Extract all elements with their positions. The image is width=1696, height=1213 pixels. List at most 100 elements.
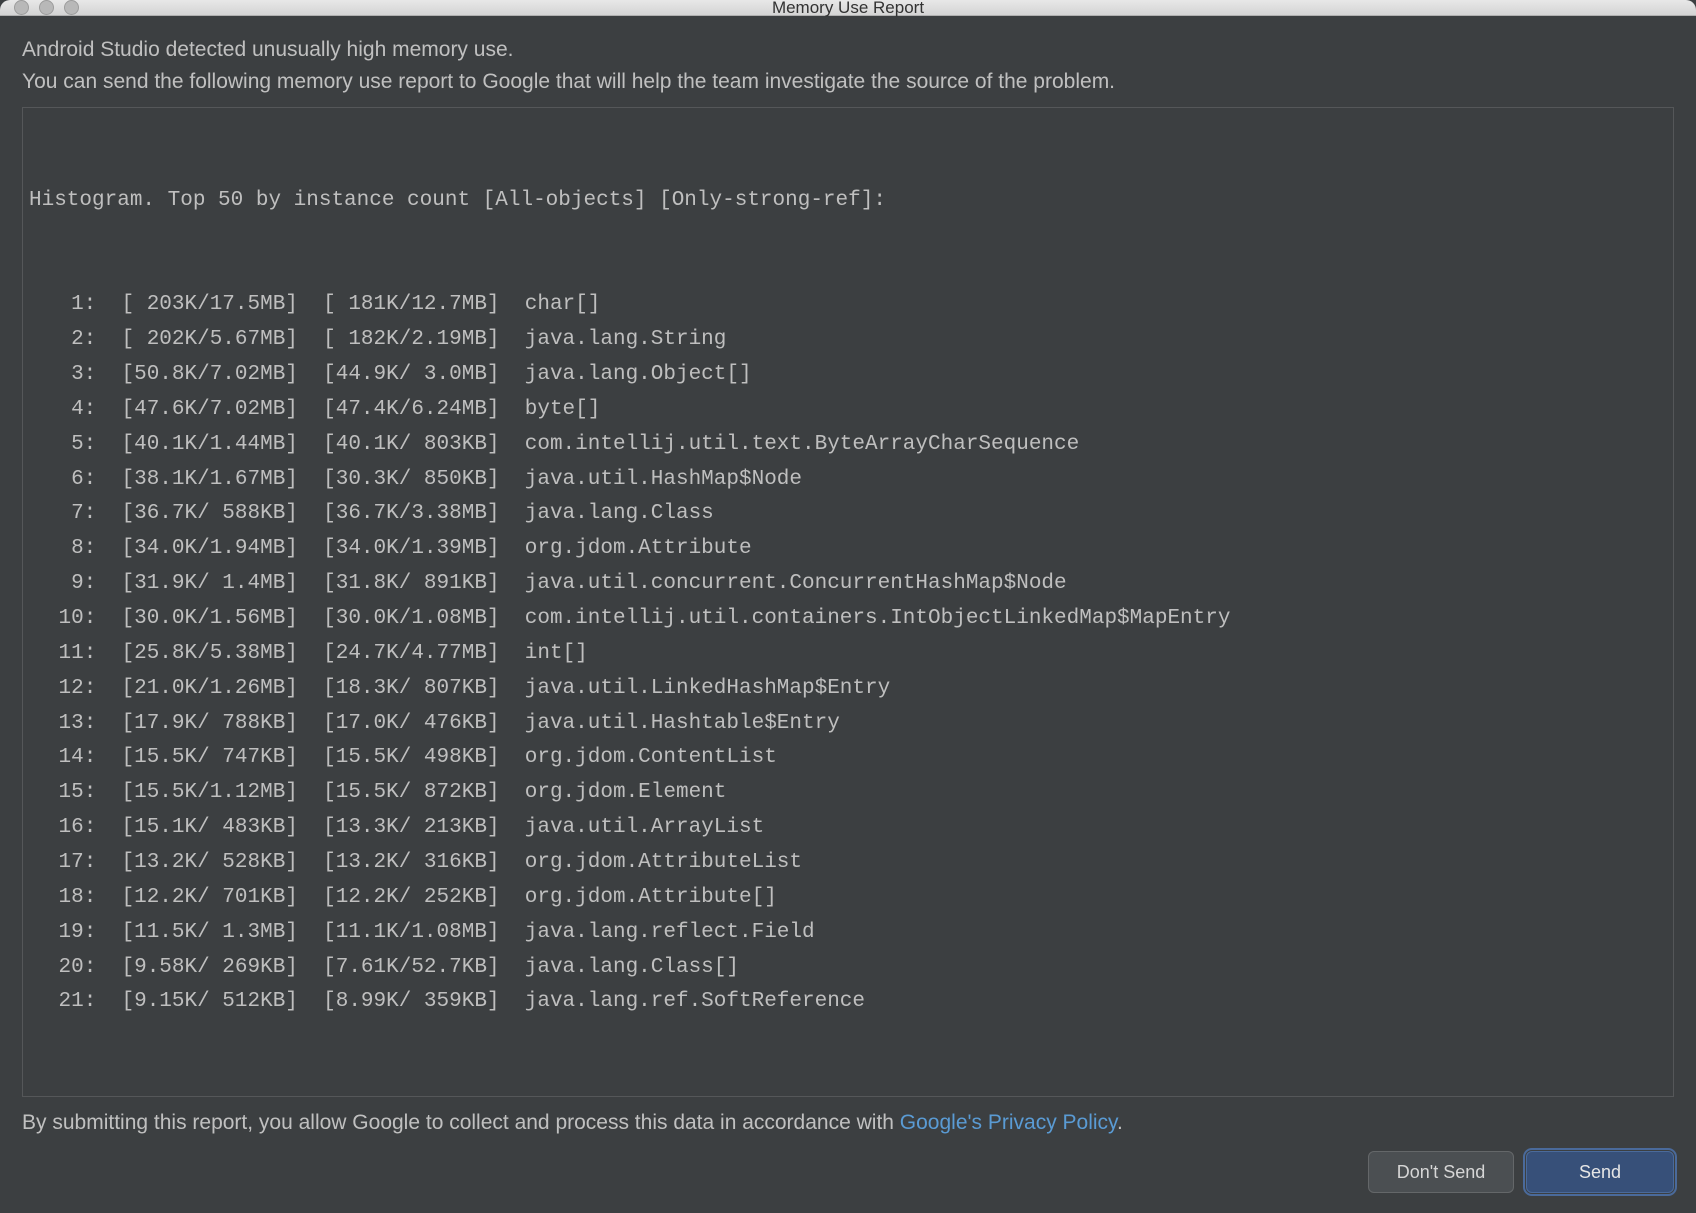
report-row: 17:[13.2K/ 528KB][13.2K/ 316KB]org.jdom.…	[27, 846, 1669, 881]
report-row: 9:[31.9K/ 1.4MB][31.8K/ 891KB]java.util.…	[27, 567, 1669, 602]
intro-line-2: You can send the following memory use re…	[22, 66, 1674, 98]
row-class-name: java.util.HashMap$Node	[500, 463, 802, 498]
report-row: 1:[ 203K/17.5MB][ 181K/12.7MB]char[]	[27, 288, 1669, 323]
dialog-buttons: Don't Send Send	[22, 1145, 1674, 1199]
row-index: 6:	[27, 463, 96, 498]
row-strong-ref: [12.2K/ 252KB]	[298, 881, 500, 916]
report-row: 6:[38.1K/1.67MB][30.3K/ 850KB]java.util.…	[27, 463, 1669, 498]
row-class-name: com.intellij.util.text.ByteArrayCharSequ…	[500, 428, 1080, 463]
row-class-name: byte[]	[500, 393, 601, 428]
row-strong-ref: [36.7K/3.38MB]	[298, 497, 500, 532]
row-strong-ref: [13.2K/ 316KB]	[298, 846, 500, 881]
row-strong-ref: [40.1K/ 803KB]	[298, 428, 500, 463]
report-row: 15:[15.5K/1.12MB][15.5K/ 872KB]org.jdom.…	[27, 776, 1669, 811]
row-index: 14:	[27, 741, 96, 776]
row-strong-ref: [15.5K/ 498KB]	[298, 741, 500, 776]
row-all-objects: [15.5K/1.12MB]	[96, 776, 298, 811]
row-class-name: org.jdom.Attribute	[500, 532, 752, 567]
window-title: Memory Use Report	[772, 0, 924, 18]
row-class-name: org.jdom.Element	[500, 776, 727, 811]
row-class-name: java.util.ArrayList	[500, 811, 765, 846]
row-strong-ref: [34.0K/1.39MB]	[298, 532, 500, 567]
row-index: 16:	[27, 811, 96, 846]
report-row: 8:[34.0K/1.94MB][34.0K/1.39MB]org.jdom.A…	[27, 532, 1669, 567]
report-row: 4:[47.6K/7.02MB][47.4K/6.24MB]byte[]	[27, 393, 1669, 428]
row-class-name: org.jdom.Attribute[]	[500, 881, 777, 916]
minimize-window-icon[interactable]	[39, 0, 54, 15]
row-strong-ref: [30.3K/ 850KB]	[298, 463, 500, 498]
row-all-objects: [9.58K/ 269KB]	[96, 951, 298, 986]
row-all-objects: [13.2K/ 528KB]	[96, 846, 298, 881]
row-index: 15:	[27, 776, 96, 811]
row-all-objects: [25.8K/5.38MB]	[96, 637, 298, 672]
row-class-name: int[]	[500, 637, 588, 672]
row-class-name: java.lang.Class	[500, 497, 714, 532]
report-header: Histogram. Top 50 by instance count [All…	[27, 184, 1669, 219]
row-index: 2:	[27, 323, 96, 358]
row-strong-ref: [18.3K/ 807KB]	[298, 672, 500, 707]
row-strong-ref: [30.0K/1.08MB]	[298, 602, 500, 637]
dont-send-button[interactable]: Don't Send	[1368, 1151, 1514, 1193]
row-index: 7:	[27, 497, 96, 532]
privacy-policy-link[interactable]: Google's Privacy Policy	[900, 1111, 1117, 1134]
row-all-objects: [30.0K/1.56MB]	[96, 602, 298, 637]
close-window-icon[interactable]	[14, 0, 29, 15]
row-all-objects: [50.8K/7.02MB]	[96, 358, 298, 393]
title-bar: Memory Use Report	[0, 0, 1696, 16]
memory-report-textarea[interactable]: Histogram. Top 50 by instance count [All…	[22, 107, 1674, 1097]
row-class-name: java.lang.Class[]	[500, 951, 739, 986]
row-all-objects: [36.7K/ 588KB]	[96, 497, 298, 532]
row-class-name: java.util.LinkedHashMap$Entry	[500, 672, 891, 707]
row-all-objects: [34.0K/1.94MB]	[96, 532, 298, 567]
row-index: 5:	[27, 428, 96, 463]
row-class-name: java.util.concurrent.ConcurrentHashMap$N…	[500, 567, 1067, 602]
row-all-objects: [40.1K/1.44MB]	[96, 428, 298, 463]
row-strong-ref: [31.8K/ 891KB]	[298, 567, 500, 602]
row-all-objects: [31.9K/ 1.4MB]	[96, 567, 298, 602]
intro-line-1: Android Studio detected unusually high m…	[22, 34, 1674, 66]
report-row: 3:[50.8K/7.02MB][44.9K/ 3.0MB]java.lang.…	[27, 358, 1669, 393]
report-row: 21:[9.15K/ 512KB][8.99K/ 359KB]java.lang…	[27, 985, 1669, 1020]
report-row: 18:[12.2K/ 701KB][12.2K/ 252KB]org.jdom.…	[27, 881, 1669, 916]
report-row: 5:[40.1K/1.44MB][40.1K/ 803KB]com.intell…	[27, 428, 1669, 463]
row-strong-ref: [ 182K/2.19MB]	[298, 323, 500, 358]
row-strong-ref: [17.0K/ 476KB]	[298, 707, 500, 742]
row-class-name: java.lang.reflect.Field	[500, 916, 815, 951]
row-all-objects: [38.1K/1.67MB]	[96, 463, 298, 498]
report-row: 19:[11.5K/ 1.3MB][11.1K/1.08MB]java.lang…	[27, 916, 1669, 951]
row-strong-ref: [24.7K/4.77MB]	[298, 637, 500, 672]
disclosure-prefix: By submitting this report, you allow Goo…	[22, 1111, 900, 1134]
row-class-name: char[]	[500, 288, 601, 323]
row-class-name: java.util.Hashtable$Entry	[500, 707, 840, 742]
report-row: 14:[15.5K/ 747KB][15.5K/ 498KB]org.jdom.…	[27, 741, 1669, 776]
row-all-objects: [12.2K/ 701KB]	[96, 881, 298, 916]
row-index: 19:	[27, 916, 96, 951]
row-index: 11:	[27, 637, 96, 672]
report-row: 13:[17.9K/ 788KB][17.0K/ 476KB]java.util…	[27, 707, 1669, 742]
report-row: 11:[25.8K/5.38MB][24.7K/4.77MB]int[]	[27, 637, 1669, 672]
report-row: 20:[9.58K/ 269KB][7.61K/52.7KB]java.lang…	[27, 951, 1669, 986]
row-all-objects: [21.0K/1.26MB]	[96, 672, 298, 707]
row-all-objects: [ 203K/17.5MB]	[96, 288, 298, 323]
report-row: 10:[30.0K/1.56MB][30.0K/1.08MB]com.intel…	[27, 602, 1669, 637]
row-index: 17:	[27, 846, 96, 881]
row-all-objects: [ 202K/5.67MB]	[96, 323, 298, 358]
row-class-name: com.intellij.util.containers.IntObjectLi…	[500, 602, 1231, 637]
row-index: 12:	[27, 672, 96, 707]
row-index: 13:	[27, 707, 96, 742]
report-row: 12:[21.0K/1.26MB][18.3K/ 807KB]java.util…	[27, 672, 1669, 707]
row-class-name: org.jdom.ContentList	[500, 741, 777, 776]
row-index: 4:	[27, 393, 96, 428]
maximize-window-icon[interactable]	[64, 0, 79, 15]
row-strong-ref: [44.9K/ 3.0MB]	[298, 358, 500, 393]
report-rows: 1:[ 203K/17.5MB][ 181K/12.7MB]char[]2:[ …	[27, 288, 1669, 1020]
traffic-lights	[0, 0, 79, 15]
row-all-objects: [17.9K/ 788KB]	[96, 707, 298, 742]
row-all-objects: [11.5K/ 1.3MB]	[96, 916, 298, 951]
row-index: 1:	[27, 288, 96, 323]
row-index: 21:	[27, 985, 96, 1020]
send-button[interactable]: Send	[1526, 1151, 1674, 1193]
row-class-name: org.jdom.AttributeList	[500, 846, 802, 881]
row-class-name: java.lang.Object[]	[500, 358, 752, 393]
row-all-objects: [15.5K/ 747KB]	[96, 741, 298, 776]
